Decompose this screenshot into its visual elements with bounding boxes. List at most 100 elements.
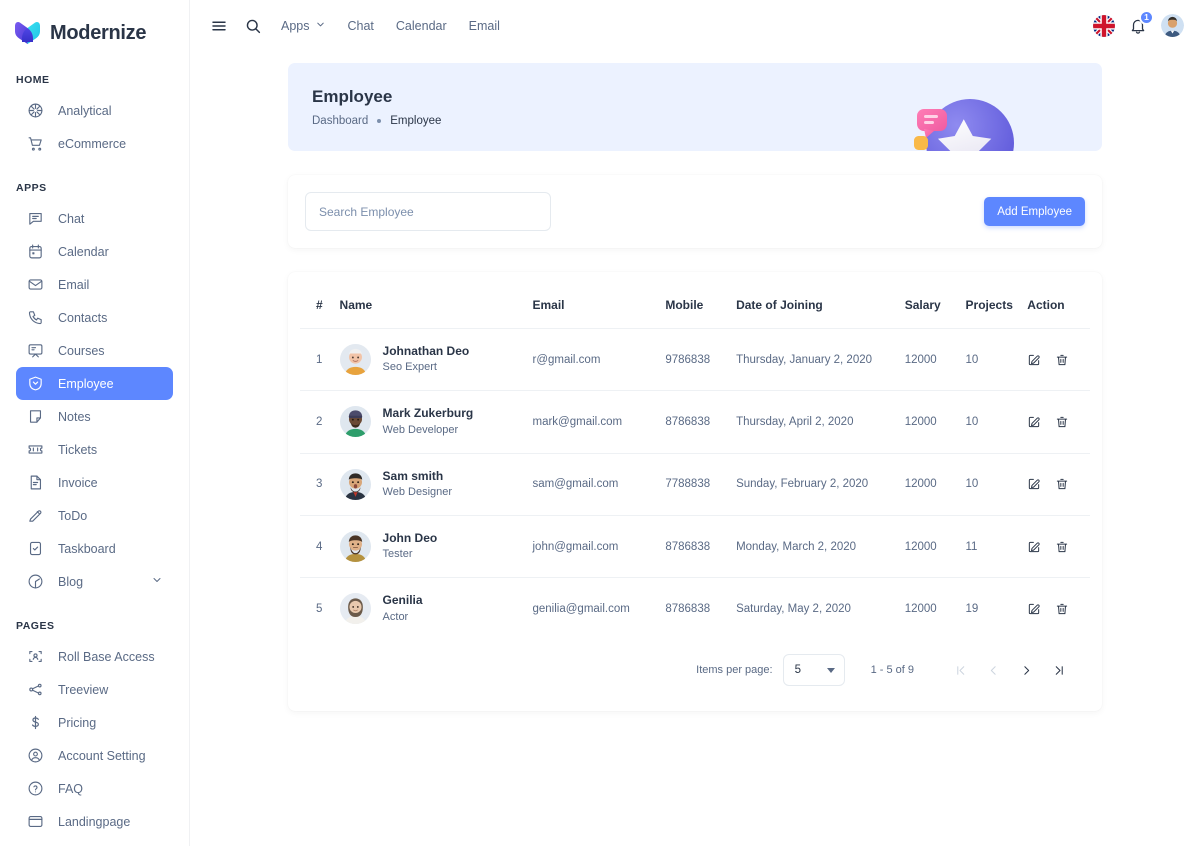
sidebar-item-employee[interactable]: Employee [16, 367, 173, 400]
sidebar-item-chat[interactable]: Chat [16, 202, 173, 235]
sidebar-item-tickets[interactable]: Tickets [16, 433, 173, 466]
sidebar-item-contacts[interactable]: Contacts [16, 301, 173, 334]
cell-projects: 10 [960, 329, 1022, 391]
sidebar-item-label: Treeview [58, 683, 108, 697]
breadcrumb-dashboard[interactable]: Dashboard [312, 115, 368, 127]
sidebar-item-notes[interactable]: Notes [16, 400, 173, 433]
trash-icon[interactable] [1055, 602, 1069, 616]
sidebar-item-courses[interactable]: Courses [16, 334, 173, 367]
person-role: Seo Expert [383, 360, 470, 376]
chevron-down-icon[interactable] [151, 574, 163, 589]
app-root: Modernize HOME Analytical eCommerce APPS [0, 0, 1200, 846]
next-page-icon[interactable] [1010, 654, 1043, 687]
sidebar-item-faq[interactable]: FAQ [16, 772, 173, 805]
previous-page-icon[interactable] [977, 654, 1010, 687]
trash-icon[interactable] [1055, 353, 1069, 367]
topbar-link-apps[interactable]: Apps [270, 13, 337, 39]
sidebar-item-todo[interactable]: ToDo [16, 499, 173, 532]
calendar-icon [26, 243, 44, 261]
topbar-right: 1 [1093, 11, 1184, 41]
person: Sam smith Web Designer [340, 468, 521, 501]
cell-email: r@gmail.com [527, 329, 660, 391]
avatar[interactable] [1161, 14, 1184, 37]
sidebar-item-analytical[interactable]: Analytical [16, 94, 173, 127]
star-illustration [904, 83, 1024, 151]
trash-icon[interactable] [1055, 415, 1069, 429]
person-role: Actor [383, 610, 423, 626]
sidebar-item-account-setting[interactable]: Account Setting [16, 739, 173, 772]
sidebar-item-blog[interactable]: Blog [16, 565, 173, 598]
column-header-action: Action [1021, 290, 1090, 329]
person-role: Web Designer [383, 485, 453, 501]
cell-email: john@gmail.com [527, 515, 660, 577]
sidebar-item-invoice[interactable]: Invoice [16, 466, 173, 499]
table-head: # Name Email Mobile Date of Joining Sala… [300, 290, 1090, 329]
table-row: 5 [300, 578, 1090, 640]
avatar-mark [340, 406, 371, 437]
table-row: 4 [300, 515, 1090, 577]
cell-projects: 19 [960, 578, 1022, 640]
column-header-projects: Projects [960, 290, 1022, 329]
topbar-link-chat[interactable]: Chat [337, 13, 385, 39]
presentation-icon [26, 342, 44, 360]
edit-icon[interactable] [1027, 353, 1041, 367]
invoice-file-icon [26, 474, 44, 492]
mail-icon [26, 276, 44, 294]
pagination-range: 1 - 5 of 9 [871, 664, 914, 676]
sidebar-item-pricing[interactable]: Pricing [16, 706, 173, 739]
cell-projects: 10 [960, 391, 1022, 453]
edit-icon[interactable] [1027, 477, 1041, 491]
search-icon[interactable] [236, 9, 270, 43]
cell-date: Monday, March 2, 2020 [730, 515, 899, 577]
sidebar-item-landingpage[interactable]: Landingpage [16, 805, 173, 838]
sidebar-item-email[interactable]: Email [16, 268, 173, 301]
avatar-genilia [340, 593, 371, 624]
topbar-link-calendar[interactable]: Calendar [385, 13, 458, 39]
edit-icon[interactable] [1027, 415, 1041, 429]
trash-icon[interactable] [1055, 540, 1069, 554]
edit-icon[interactable] [1027, 602, 1041, 616]
items-per-page-select[interactable]: 5 [783, 654, 845, 686]
table-header-row: # Name Email Mobile Date of Joining Sala… [300, 290, 1090, 329]
sidebar-item-label: Tickets [58, 443, 97, 457]
sidebar-item-roll-base-access[interactable]: Roll Base Access [16, 640, 173, 673]
cell-action [1021, 515, 1090, 577]
cell-email: sam@gmail.com [527, 453, 660, 515]
cell-salary: 12000 [899, 578, 960, 640]
sidebar-item-treeview[interactable]: Treeview [16, 673, 173, 706]
cell-date: Thursday, April 2, 2020 [730, 391, 899, 453]
cell-projects: 10 [960, 453, 1022, 515]
brand[interactable]: Modernize [0, 0, 189, 52]
topbar-link-label: Email [469, 19, 500, 33]
cell-salary: 12000 [899, 453, 960, 515]
sidebar-item-label: ToDo [58, 509, 87, 523]
cell-mobile: 8786838 [659, 578, 730, 640]
topbar: Apps Chat Calendar Email [190, 0, 1200, 51]
last-page-icon[interactable] [1043, 654, 1076, 687]
hamburger-menu-icon[interactable] [202, 9, 236, 43]
cell-name: Genilia Actor [334, 578, 527, 640]
cell-mobile: 8786838 [659, 391, 730, 453]
add-employee-button[interactable]: Add Employee [984, 197, 1085, 226]
search-input[interactable] [305, 192, 551, 231]
sidebar-item-label: Notes [58, 410, 91, 424]
banner-text: Employee Dashboard Employee [312, 87, 441, 127]
topbar-link-label: Apps [281, 19, 310, 33]
column-header-email: Email [527, 290, 660, 329]
uk-flag-icon[interactable] [1093, 15, 1115, 37]
trash-icon[interactable] [1055, 477, 1069, 491]
row-actions [1027, 353, 1084, 367]
edit-icon[interactable] [1027, 540, 1041, 554]
sidebar-item-calendar[interactable]: Calendar [16, 235, 173, 268]
sidebar-item-ecommerce[interactable]: eCommerce [16, 127, 173, 160]
cell-action [1021, 578, 1090, 640]
sidebar-item-label: Landingpage [58, 815, 130, 829]
aperture-icon [26, 102, 44, 120]
sidebar-item-taskboard[interactable]: Taskboard [16, 532, 173, 565]
first-page-icon[interactable] [944, 654, 977, 687]
topbar-link-label: Chat [348, 19, 374, 33]
sidebar-item-label: Roll Base Access [58, 650, 155, 664]
topbar-link-email[interactable]: Email [458, 13, 511, 39]
notifications-button[interactable]: 1 [1123, 11, 1153, 41]
avatar-john [340, 531, 371, 562]
